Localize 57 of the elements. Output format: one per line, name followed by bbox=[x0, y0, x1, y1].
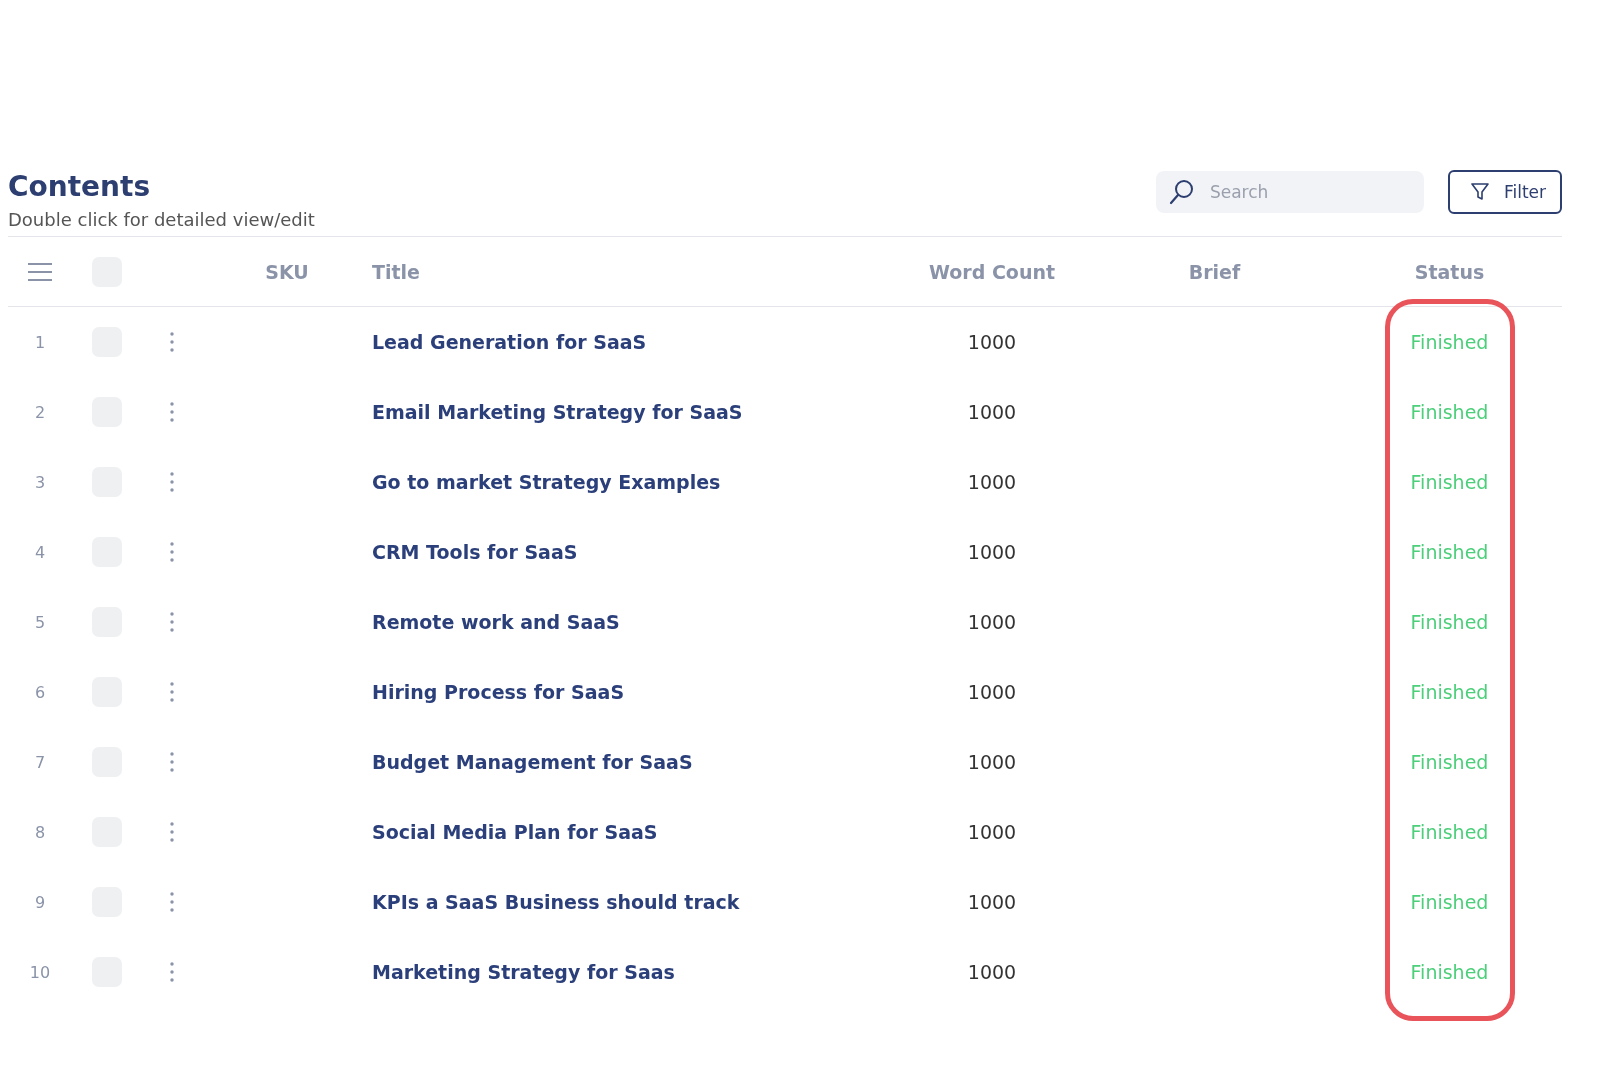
status-text: Finished bbox=[1410, 611, 1489, 633]
search-icon bbox=[1167, 178, 1196, 206]
content-title-link[interactable]: Budget Management for SaaS bbox=[372, 751, 693, 773]
more-options-icon[interactable] bbox=[170, 332, 174, 352]
search-field[interactable]: Search bbox=[1155, 171, 1424, 213]
content-title-link[interactable]: KPIs a SaaS Business should track bbox=[372, 891, 740, 913]
more-options-icon[interactable] bbox=[170, 752, 174, 772]
status-text: Finished bbox=[1410, 331, 1489, 353]
row-number: 10 bbox=[29, 962, 51, 982]
content-title-link[interactable]: Go to market Strategy Examples bbox=[372, 471, 721, 493]
row-number: 5 bbox=[34, 612, 46, 632]
content-title-link[interactable]: Social Media Plan for SaaS bbox=[372, 821, 658, 843]
status-text: Finished bbox=[1410, 541, 1489, 563]
status-text: Finished bbox=[1410, 471, 1489, 493]
status-text: Finished bbox=[1410, 891, 1489, 913]
word-count: 1000 bbox=[967, 821, 1017, 843]
row-number: 6 bbox=[34, 682, 46, 702]
page-subtitle: Double click for detailed view/edit bbox=[8, 209, 315, 230]
more-options-icon[interactable] bbox=[170, 822, 174, 842]
more-options-icon[interactable] bbox=[170, 542, 174, 562]
status-text: Finished bbox=[1410, 401, 1489, 423]
status-text: Finished bbox=[1410, 681, 1489, 703]
row-number: 3 bbox=[34, 472, 46, 492]
more-options-icon[interactable] bbox=[170, 682, 174, 702]
word-count: 1000 bbox=[967, 751, 1017, 773]
more-options-icon[interactable] bbox=[170, 962, 174, 982]
menu-icon[interactable] bbox=[27, 261, 53, 282]
word-count: 1000 bbox=[967, 961, 1017, 983]
status-text: Finished bbox=[1410, 751, 1489, 773]
row-number: 9 bbox=[34, 892, 46, 912]
content-title-link[interactable]: CRM Tools for SaaS bbox=[372, 541, 578, 563]
word-count: 1000 bbox=[967, 471, 1017, 493]
status-text: Finished bbox=[1410, 961, 1489, 983]
content-title-link[interactable]: Email Marketing Strategy for SaaS bbox=[372, 401, 743, 423]
content-title-link[interactable]: Marketing Strategy for Saas bbox=[372, 961, 675, 983]
row-number: 8 bbox=[34, 822, 46, 842]
content-title-link[interactable]: Hiring Process for SaaS bbox=[372, 681, 625, 703]
word-count: 1000 bbox=[967, 681, 1017, 703]
more-options-icon[interactable] bbox=[170, 892, 174, 912]
more-options-icon[interactable] bbox=[170, 402, 174, 422]
more-options-icon[interactable] bbox=[170, 472, 174, 492]
filter-icon bbox=[1469, 182, 1490, 202]
row-number: 1 bbox=[34, 332, 46, 352]
more-options-icon[interactable] bbox=[170, 612, 174, 632]
content-title-link[interactable]: Remote work and SaaS bbox=[372, 611, 620, 633]
word-count: 1000 bbox=[967, 541, 1017, 563]
row-number: 2 bbox=[34, 402, 46, 422]
status-text: Finished bbox=[1410, 821, 1489, 843]
word-count: 1000 bbox=[967, 891, 1017, 913]
filter-button[interactable]: Filter bbox=[1447, 170, 1562, 214]
word-count: 1000 bbox=[967, 401, 1017, 423]
row-number: 7 bbox=[34, 752, 46, 772]
word-count: 1000 bbox=[967, 611, 1017, 633]
row-number: 4 bbox=[34, 542, 46, 562]
page-title: Contents bbox=[8, 170, 152, 203]
word-count: 1000 bbox=[967, 331, 1017, 353]
content-title-link[interactable]: Lead Generation for SaaS bbox=[372, 331, 647, 353]
